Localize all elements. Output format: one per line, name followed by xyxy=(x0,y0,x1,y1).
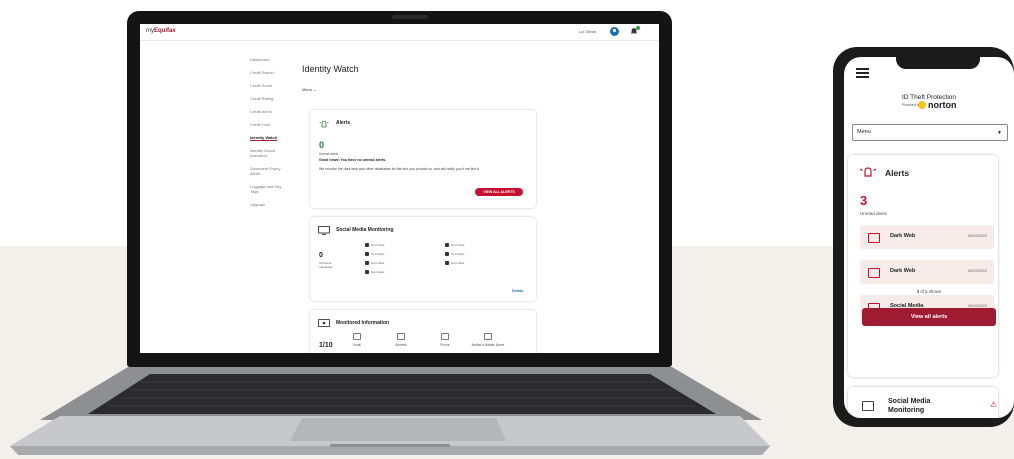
caret-down-icon: ▼ xyxy=(997,130,1002,136)
alert-item-label: Dark Web xyxy=(890,268,916,274)
phone-alert-count: 3 xyxy=(860,193,868,208)
norton-check-icon xyxy=(918,101,926,109)
alert-item-date: 06/29/2022 xyxy=(967,269,987,273)
alert-item-date: 06/29/2022 xyxy=(967,234,987,238)
alert-type-icon xyxy=(868,268,880,278)
phone-social-media-card[interactable]: Social Media Monitoring ⚠ xyxy=(848,387,998,418)
view-all-alerts-button[interactable]: View all alerts xyxy=(862,308,996,326)
alert-list-item[interactable]: Dark Web 06/29/2022 xyxy=(860,260,994,284)
phone-menu-select[interactable]: Menu ▼ xyxy=(852,124,1008,141)
norton-logo: norton xyxy=(928,100,957,110)
warning-icon: ⚠ xyxy=(990,400,998,409)
phone-menu-label: Menu xyxy=(857,129,871,135)
phone-social-title: Social Media Monitoring xyxy=(888,398,931,414)
phone-alerts-title: Alerts xyxy=(885,168,910,178)
alert-item-label: Dark Web xyxy=(890,233,916,239)
alert-list-item[interactable]: Dark Web 06/29/2022 xyxy=(860,225,994,249)
alert-type-icon xyxy=(868,233,880,243)
hamburger-menu-icon[interactable] xyxy=(856,68,869,78)
alerts-shown-count: 3 of 5 shown xyxy=(916,289,942,294)
alarm-bell-icon xyxy=(859,167,877,177)
phone-notch xyxy=(896,57,980,69)
phone-unread-label: Unread alerts xyxy=(860,211,888,216)
monitor-icon xyxy=(862,401,874,411)
phone-screen: ID Theft Protection Powered by norton Me… xyxy=(844,57,1014,418)
